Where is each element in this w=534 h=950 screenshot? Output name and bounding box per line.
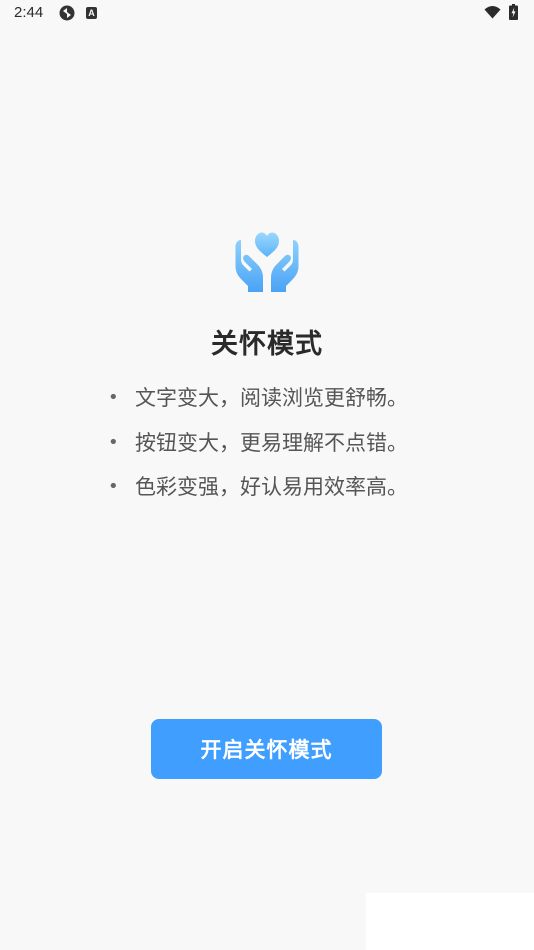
feature-list: • 文字变大，阅读浏览更舒畅。 • 按钮变大，更易理解不点错。 • 色彩变强，好… — [108, 380, 408, 514]
feature-text: 文字变大，阅读浏览更舒畅。 — [135, 386, 408, 410]
app-a-icon: A — [86, 7, 97, 19]
bottom-panel — [366, 893, 534, 950]
status-bar: 2:44 A — [0, 0, 534, 28]
list-item: • 按钮变大，更易理解不点错。 — [108, 425, 408, 470]
enable-care-mode-button[interactable]: 开启关怀模式 — [151, 719, 382, 779]
list-item: • 色彩变强，好认易用效率高。 — [108, 469, 408, 514]
bullet: • — [108, 431, 119, 453]
feature-text: 色彩变强，好认易用效率高。 — [135, 475, 408, 499]
feature-text: 按钮变大，更易理解不点错。 — [135, 430, 408, 455]
page-title: 关怀模式 — [211, 329, 323, 360]
bullet: • — [108, 387, 119, 408]
bullet: • — [108, 476, 119, 497]
status-time: 2:44 — [14, 4, 44, 21]
sync-icon — [59, 5, 75, 21]
wifi-icon — [484, 6, 501, 19]
care-hands-heart-icon — [235, 232, 299, 292]
battery-icon — [509, 4, 518, 20]
list-item: • 文字变大，阅读浏览更舒畅。 — [108, 380, 408, 425]
